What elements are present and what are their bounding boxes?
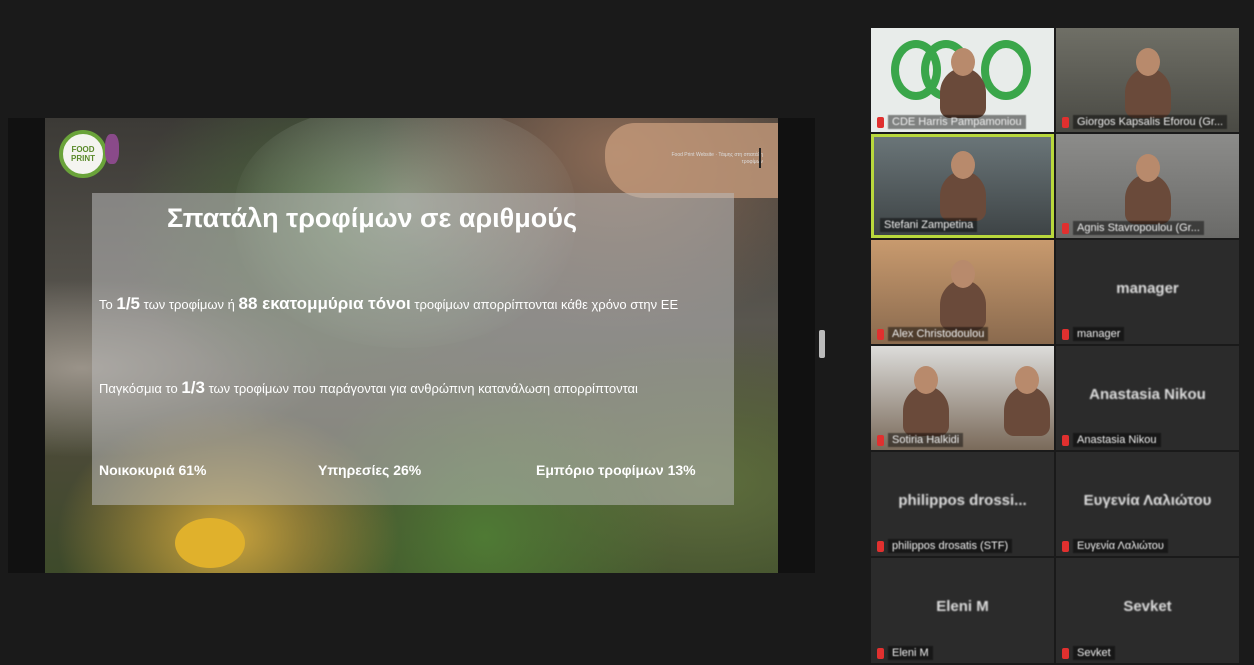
participant-tile[interactable]: manager manager (1056, 240, 1239, 344)
participant-tile[interactable]: Eleni M Eleni M (871, 558, 1054, 663)
participant-tile[interactable]: Giorgos Kapsalis Eforou (Gr... (1056, 28, 1239, 132)
participant-name-bar: Sotiria Halkidi (877, 432, 1048, 448)
mic-muted-icon (877, 434, 884, 446)
participant-tile[interactable]: Anastasia Nikou Anastasia Nikou (1056, 346, 1239, 450)
shared-screen: FOOD PRINT Food Print Website · Τάιμης σ… (8, 118, 815, 573)
mic-muted-icon (1062, 328, 1069, 340)
participant-center-name: Ευγενία Λαλιώτου (1083, 492, 1212, 509)
participant-name-bar: Anastasia Nikou (1062, 432, 1233, 448)
participant-avatar (939, 151, 986, 221)
stat-paragraph-eu: Το 1/5 των τροφίμων ή 88 εκατομμύρια τόν… (99, 294, 719, 315)
participant-name-bar: Alex Christodoulou (877, 326, 1048, 342)
mic-muted-icon (1062, 647, 1069, 659)
para1-tonnes: 88 εκατομμύρια τόνοι (238, 294, 411, 313)
participant-name-bar: Eleni M (877, 645, 1048, 661)
participant-tile[interactable]: philippos drossi... philippos drosatis (… (871, 452, 1054, 556)
participant-tile[interactable]: Alex Christodoulou (871, 240, 1054, 344)
mic-muted-icon (1062, 222, 1069, 234)
split-view-resize-handle[interactable] (819, 330, 825, 358)
participant-avatar (1124, 48, 1171, 118)
slide-photo-lemon (175, 518, 245, 568)
mic-muted-icon (1062, 434, 1069, 446)
participant-name-bar: CDE Harris Pampamoniou (877, 114, 1048, 130)
foodprint-logo: FOOD PRINT (59, 130, 107, 178)
para1-post: τροφίμων απορρίπτονται κάθε χρόνο στην Ε… (410, 297, 679, 312)
participant-tile[interactable]: Sevket Sevket (1056, 558, 1239, 663)
para1-mid: των τροφίμων ή (140, 297, 239, 312)
slide-header-text: Food Print Website · Τάιμης στη σπατάλη … (671, 152, 764, 165)
slide-text-panel: Σπατάλη τροφίμων σε αριθμούς Το 1/5 των … (92, 193, 734, 505)
mic-muted-icon (877, 647, 884, 659)
slide-title: Σπατάλη τροφίμων σε αριθμούς (166, 203, 578, 233)
participant-name-bar: philippos drosatis (STF) (877, 538, 1048, 554)
participant-gallery: CDE Harris Pampamoniou Giorgos Kapsalis … (871, 28, 1239, 663)
participant-tile-active-speaker[interactable]: Stefani Zampetina (871, 134, 1054, 238)
foodprint-logo-text: FOOD PRINT (71, 145, 95, 163)
participant-tile[interactable]: Sotiria Halkidi (871, 346, 1054, 450)
stat-food-retail: Εμπόριο τροφίμων 13% (536, 462, 696, 478)
participant-avatar (902, 366, 949, 436)
mic-muted-icon (877, 328, 884, 340)
participant-center-name: Eleni M (936, 598, 989, 615)
participant-name: Ευγενία Λαλιώτου (1073, 539, 1168, 553)
participant-name-bar: Sevket (1062, 645, 1233, 661)
stat-services: Υπηρεσίες 26% (318, 462, 422, 478)
participant-name: Sotiria Halkidi (888, 433, 964, 447)
presentation-slide: FOOD PRINT Food Print Website · Τάιμης σ… (45, 118, 778, 573)
participant-avatar (1124, 154, 1171, 224)
mic-muted-icon (877, 116, 884, 128)
participant-name: Agnis Stavropoulou (Gr... (1073, 221, 1204, 235)
participant-name: Sevket (1073, 646, 1115, 660)
participant-name-bar: Ευγενία Λαλιώτου (1062, 538, 1233, 554)
slide-header-divider (759, 148, 761, 168)
participant-center-name: manager (1116, 280, 1179, 297)
mic-muted-icon (877, 540, 884, 552)
participant-tile[interactable]: Ευγενία Λαλιώτου Ευγενία Λαλιώτου (1056, 452, 1239, 556)
mic-muted-icon (1062, 540, 1069, 552)
participant-center-name: philippos drossi... (898, 492, 1027, 509)
participant-tile[interactable]: CDE Harris Pampamoniou (871, 28, 1054, 132)
para2-post: των τροφίμων που παράγονται για ανθρώπιν… (204, 381, 638, 396)
participant-name-bar: Agnis Stavropoulou (Gr... (1062, 220, 1233, 236)
participant-name: Stefani Zampetina (880, 218, 978, 232)
participant-avatar (939, 260, 986, 330)
participant-avatar (939, 48, 986, 118)
participant-center-name: Anastasia Nikou (1089, 386, 1206, 403)
participant-name: Eleni M (888, 646, 933, 660)
stat-households: Νοικοκυριά 61% (99, 462, 207, 478)
participant-avatar (1003, 366, 1050, 436)
participant-name: Anastasia Nikou (1073, 433, 1161, 447)
participant-name-bar: manager (1062, 326, 1233, 342)
logo-grape-icon (105, 134, 119, 164)
para2-fraction: 1/3 (181, 378, 205, 397)
para1-pre: Το (99, 297, 117, 312)
stat-paragraph-global: Παγκόσμια το 1/3 των τροφίμων που παράγο… (99, 378, 719, 399)
participant-name: philippos drosatis (STF) (888, 539, 1013, 553)
para2-pre: Παγκόσμια το (99, 381, 182, 396)
participant-name: CDE Harris Pampamoniou (888, 115, 1026, 129)
participant-name: Alex Christodoulou (888, 327, 989, 341)
participant-name-bar: Stefani Zampetina (880, 217, 1045, 233)
participant-center-name: Sevket (1123, 598, 1172, 615)
participant-name: manager (1073, 327, 1125, 341)
participant-name: Giorgos Kapsalis Eforou (Gr... (1073, 115, 1228, 129)
mic-muted-icon (1062, 116, 1069, 128)
participant-tile[interactable]: Agnis Stavropoulou (Gr... (1056, 134, 1239, 238)
para1-fraction: 1/5 (116, 294, 140, 313)
participant-name-bar: Giorgos Kapsalis Eforou (Gr... (1062, 114, 1233, 130)
